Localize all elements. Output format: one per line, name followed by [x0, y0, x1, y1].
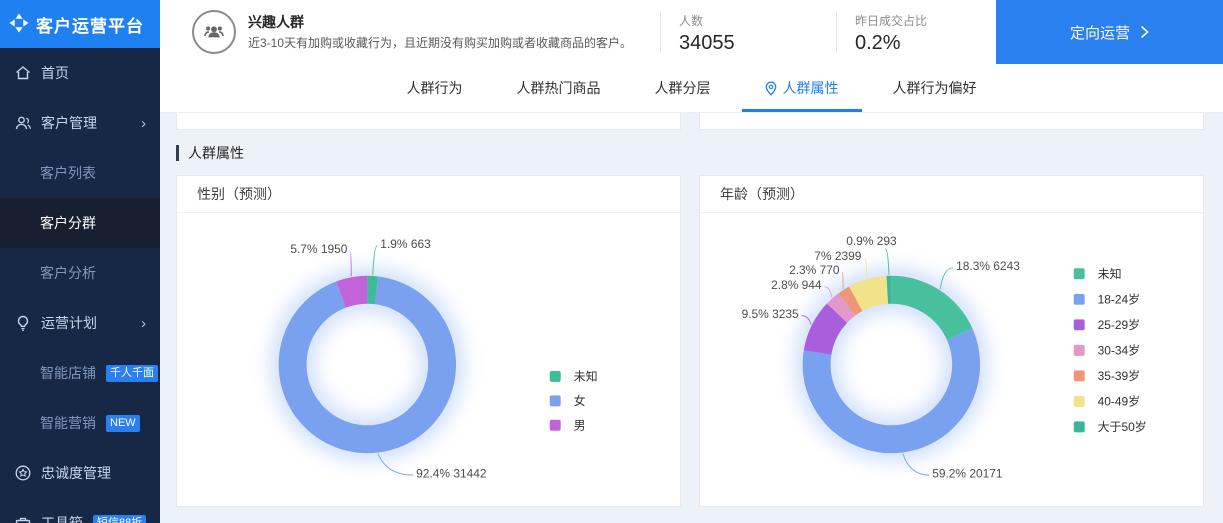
stat-yesterday-deal-ratio: 昨日成交占比 0.2%: [836, 12, 986, 54]
star-circle-icon: [14, 464, 32, 482]
sidebar-item-label: 客户列表: [40, 165, 96, 181]
main-area: 兴趣人群 近3-10天有加购或收藏行为，且近期没有购买加购或者收藏商品的客户。 …: [160, 0, 1223, 523]
svg-text:1.9% 663: 1.9% 663: [380, 237, 431, 251]
tab-crowd-hot-products[interactable]: 人群热门商品: [490, 64, 628, 112]
tab-label: 人群属性: [782, 80, 839, 96]
tab-label: 人群行为偏好: [892, 80, 977, 96]
svg-text:30-34岁: 30-34岁: [1098, 343, 1140, 358]
sidebar-item-label: 运营计划: [41, 315, 97, 331]
svg-text:18.3% 6243: 18.3% 6243: [956, 259, 1020, 273]
svg-text:未知: 未知: [574, 370, 598, 384]
stat-people-count: 人数 34055: [660, 12, 836, 54]
sidebar-item-loyalty-management[interactable]: 忠诚度管理: [0, 448, 160, 498]
stat-value: 34055: [679, 32, 735, 54]
sidebar-item-label: 首页: [41, 65, 69, 81]
sidebar-item-label: 智能营销: [40, 415, 96, 431]
tab-label: 人群分层: [654, 80, 711, 96]
svg-text:18-24岁: 18-24岁: [1098, 291, 1140, 306]
age-donut-chart[interactable]: 18.3% 6243 59.2% 20171 9.5% 3235 2.8% 944 2.…: [700, 213, 1203, 506]
lightbulb-icon: [14, 314, 32, 332]
svg-text:2.3% 770: 2.3% 770: [789, 263, 840, 277]
tab-crowd-behavior[interactable]: 人群行为: [380, 64, 490, 112]
segment-avatar: [192, 10, 236, 54]
section-title: 人群属性: [188, 145, 244, 161]
sidebar-item-smart-shop[interactable]: 智能店铺 千人千面: [0, 348, 160, 398]
chevron-right-icon: ›: [141, 114, 146, 132]
sidebar-item-home[interactable]: 首页: [0, 48, 160, 98]
sidebar-item-label: 工具箱: [41, 515, 83, 523]
chevron-right-icon: ›: [141, 314, 146, 332]
scrolled-card-bottom: [176, 113, 681, 130]
segment-tabbar: 人群行为 人群热门商品 人群分层 人群属性 人群行为偏好: [160, 64, 1223, 113]
sidebar-item-toolbox[interactable]: 工具箱 短信88折: [0, 498, 160, 523]
sidebar-item-customer-segmentation[interactable]: 客户分群: [0, 198, 160, 248]
smart-shop-badge: 千人千面: [106, 364, 158, 382]
sidebar-item-customer-analysis[interactable]: 客户分析: [0, 248, 160, 298]
content-area: 人群属性 性别（预测） 1.9% 663 92.4% 31442 5.7% 1950…: [160, 113, 1223, 523]
svg-text:92.4% 31442: 92.4% 31442: [416, 466, 487, 480]
platform-title: 客户运营平台: [36, 16, 144, 36]
targeted-operation-button[interactable]: 定向运营: [996, 0, 1223, 64]
tab-label: 人群热门商品: [516, 80, 601, 96]
targeted-operation-label: 定向运营: [1069, 24, 1130, 42]
sidebar-item-customer-management[interactable]: 客户管理 ›: [0, 98, 160, 148]
new-badge: NEW: [106, 414, 140, 432]
sidebar-item-operation-plan[interactable]: 运营计划 ›: [0, 298, 160, 348]
scrolled-card-bottom: [699, 113, 1204, 130]
svg-text:40-49岁: 40-49岁: [1098, 394, 1140, 409]
scrolled-cards-row: [176, 113, 1204, 130]
platform-logo[interactable]: 客户运营平台: [0, 0, 160, 48]
svg-text:25-29岁: 25-29岁: [1098, 317, 1140, 332]
tab-crowd-behavior-preference[interactable]: 人群行为偏好: [866, 64, 1004, 112]
location-pin-icon: [765, 81, 776, 96]
section-title-bar: [176, 145, 179, 161]
gender-donut-chart[interactable]: 1.9% 663 92.4% 31442 5.7% 1950 未知女男: [177, 213, 680, 506]
svg-text:女: 女: [574, 393, 586, 408]
chevron-right-icon: [1140, 25, 1149, 39]
stat-label: 昨日成交占比: [855, 14, 928, 28]
app-root: 客户运营平台 首页 客户管理 › 客户列表 客户分群 客户分析 运营计划 › 智…: [0, 0, 1223, 523]
sidebar-nav: 首页 客户管理 › 客户列表 客户分群 客户分析 运营计划 › 智能店铺 千人千…: [0, 48, 160, 523]
sidebar-item-label: 客户分群: [40, 215, 96, 231]
svg-text:2.8% 944: 2.8% 944: [771, 278, 822, 292]
svg-text:35-39岁: 35-39岁: [1098, 368, 1140, 383]
sidebar-item-label: 客户管理: [41, 115, 97, 131]
charts-row: 性别（预测） 1.9% 663 92.4% 31442 5.7% 1950 未知女男 …: [176, 175, 1204, 507]
sidebar: 客户运营平台 首页 客户管理 › 客户列表 客户分群 客户分析 运营计划 › 智…: [0, 0, 160, 523]
section-header: 人群属性: [176, 145, 1204, 161]
svg-text:大于50岁: 大于50岁: [1098, 419, 1147, 434]
sidebar-item-label: 智能店铺: [40, 365, 96, 381]
svg-text:0.9% 293: 0.9% 293: [846, 234, 897, 248]
stat-value: 0.2%: [855, 32, 901, 54]
svg-text:59.2% 20171: 59.2% 20171: [932, 466, 1003, 480]
svg-text:9.5% 3235: 9.5% 3235: [742, 307, 799, 321]
group-icon: [204, 26, 224, 38]
gender-card-title: 性别（预测）: [177, 176, 680, 213]
svg-text:男: 男: [574, 418, 586, 432]
sidebar-item-label: 忠诚度管理: [41, 465, 111, 481]
svg-text:7% 2399: 7% 2399: [814, 249, 861, 263]
segment-description: 近3-10天有加购或收藏行为，且近期没有购买加购或者收藏商品的客户。: [248, 35, 633, 50]
sidebar-item-smart-marketing[interactable]: 智能营销 NEW: [0, 398, 160, 448]
tab-crowd-attributes[interactable]: 人群属性: [738, 64, 866, 112]
sms-discount-badge: 短信88折: [93, 514, 147, 523]
platform-logo-icon: [7, 11, 31, 38]
segment-header: 兴趣人群 近3-10天有加购或收藏行为，且近期没有购买加购或者收藏商品的客户。 …: [160, 0, 1223, 64]
toolbox-icon: [14, 514, 32, 523]
age-card-title: 年龄（预测）: [700, 176, 1203, 213]
segment-name: 兴趣人群: [248, 13, 304, 30]
home-icon: [14, 64, 32, 82]
stat-label: 人数: [679, 14, 704, 28]
gender-chart-card: 性别（预测） 1.9% 663 92.4% 31442 5.7% 1950 未知女男: [176, 175, 681, 507]
segment-info: 兴趣人群 近3-10天有加购或收藏行为，且近期没有购买加购或者收藏商品的客户。: [248, 12, 660, 52]
tab-crowd-layering[interactable]: 人群分层: [628, 64, 738, 112]
sidebar-item-label: 客户分析: [40, 265, 96, 281]
sidebar-item-customer-list[interactable]: 客户列表: [0, 148, 160, 198]
users-icon: [14, 114, 32, 132]
age-chart-card: 年龄（预测） 18.3% 6243 59.2% 20171 9.5% 3235 2.8…: [699, 175, 1204, 507]
svg-text:5.7% 1950: 5.7% 1950: [290, 242, 347, 256]
svg-text:未知: 未知: [1098, 267, 1122, 281]
tab-label: 人群行为: [406, 80, 463, 96]
